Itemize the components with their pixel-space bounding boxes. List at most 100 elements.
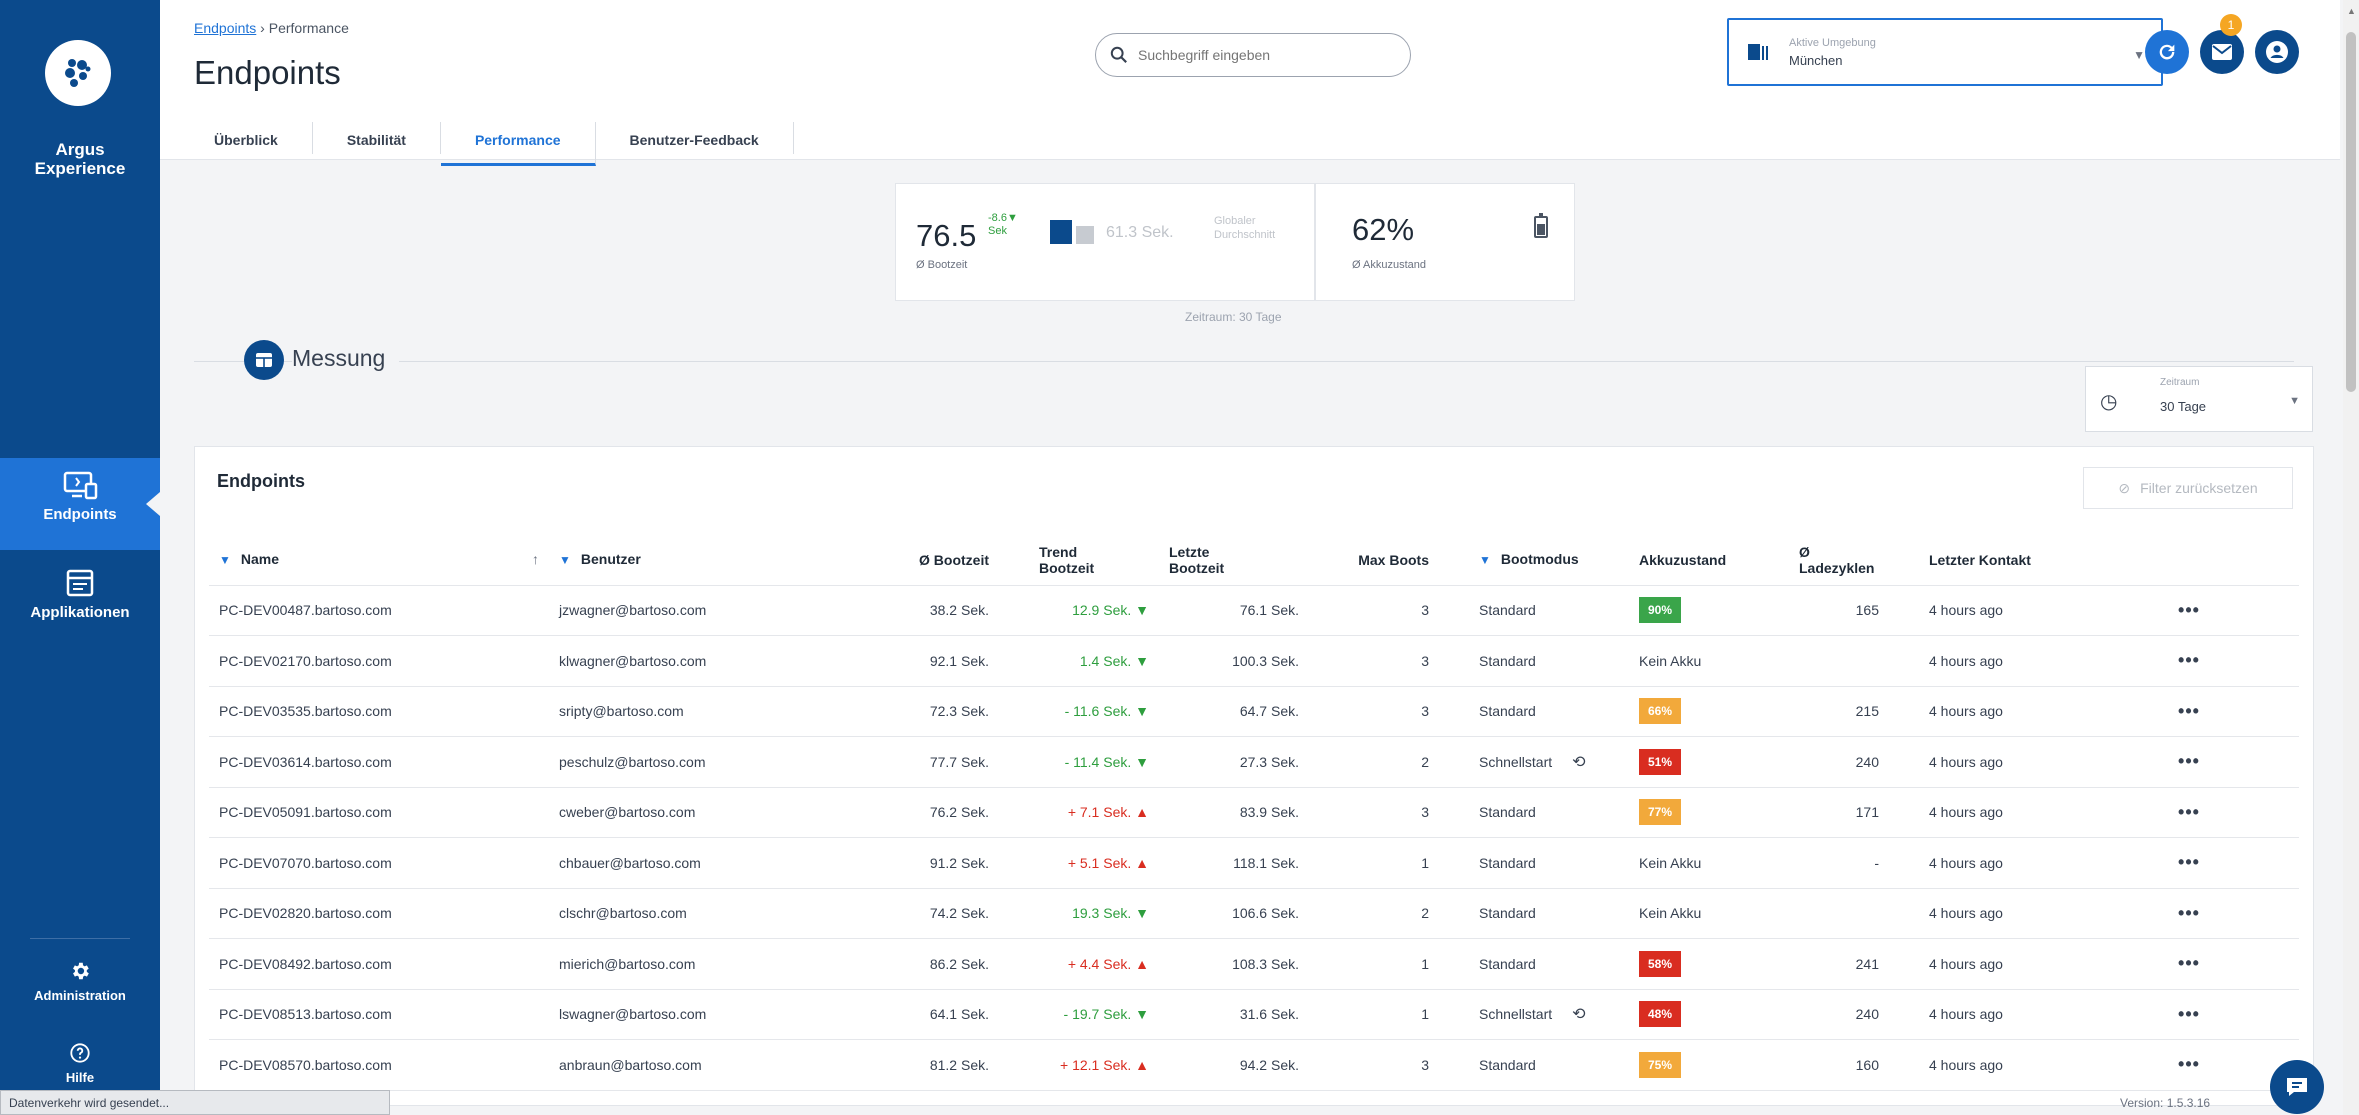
cell-last-boot: 64.7 Sek. xyxy=(1159,686,1309,737)
filter-icon[interactable]: ▼ xyxy=(559,553,571,567)
filter-icon[interactable]: ▼ xyxy=(219,553,231,567)
row-menu-button[interactable]: ••• xyxy=(2079,736,2299,788)
cell-trend: - 11.6 Sek. ▼ xyxy=(999,686,1159,737)
page-scrollbar[interactable]: ▲ xyxy=(2343,0,2359,1115)
sidebar-item-label: Applikationen xyxy=(30,604,130,621)
col-cycles[interactable]: Ø Ladezyklen xyxy=(1789,535,1889,586)
table-row[interactable]: PC-DEV08513.bartoso.com lswagner@bartoso.… xyxy=(209,989,2299,1040)
mail-icon xyxy=(2212,44,2232,60)
row-menu-button[interactable]: ••• xyxy=(2079,888,2299,939)
table-row[interactable]: PC-DEV07070.bartoso.com chbauer@bartoso.c… xyxy=(209,837,2299,889)
environment-select[interactable]: Aktive Umgebung München ▼ xyxy=(1727,18,2163,86)
chat-button[interactable] xyxy=(2270,1060,2324,1114)
tab-performance[interactable]: Performance xyxy=(440,122,596,166)
battery-text: Kein Akku xyxy=(1639,905,1702,922)
col-max-boots[interactable]: Max Boots xyxy=(1309,535,1439,586)
cell-last-boot: 118.1 Sek. xyxy=(1159,837,1309,889)
sidebar-item-endpoints[interactable]: Endpoints xyxy=(0,458,160,550)
table-icon xyxy=(256,353,272,367)
row-menu-button[interactable]: ••• xyxy=(2079,938,2299,990)
sidebar-item-label: Endpoints xyxy=(43,506,117,523)
search-box[interactable] xyxy=(1095,33,1411,77)
kpi-boot-value: 76.5 xyxy=(916,218,977,253)
row-menu-button[interactable]: ••• xyxy=(2079,585,2299,636)
cell-avg-boot: 77.7 Sek. xyxy=(849,736,999,788)
cell-name: PC-DEV07070.bartoso.com xyxy=(209,837,549,889)
scrollbar-thumb[interactable] xyxy=(2346,32,2356,392)
tab-ueberblick[interactable]: Überblick xyxy=(180,122,313,154)
row-menu-button[interactable]: ••• xyxy=(2079,686,2299,737)
row-menu-button[interactable]: ••• xyxy=(2079,787,2299,838)
col-trend[interactable]: Trend Bootzeit xyxy=(999,535,1159,586)
table-row[interactable]: PC-DEV03614.bartoso.com peschulz@bartoso.… xyxy=(209,736,2299,788)
period-select[interactable]: ◷ Zeitraum 30 Tage ▼ xyxy=(2085,366,2313,432)
col-battery[interactable]: Akkuzustand xyxy=(1629,535,1789,586)
fast-boot-icon: ⟲ xyxy=(1572,753,1586,771)
boot-mode-text: Schnellstart xyxy=(1479,753,1553,770)
cell-avg-boot: 76.2 Sek. xyxy=(849,787,999,838)
col-boot-mode[interactable]: ▼ Bootmodus xyxy=(1439,535,1629,586)
refresh-button[interactable] xyxy=(2145,30,2189,74)
col-last-label-1: Letzte xyxy=(1169,543,1210,560)
messages-button[interactable] xyxy=(2200,30,2244,74)
table-row[interactable]: PC-DEV08492.bartoso.com mierich@bartoso.c… xyxy=(209,938,2299,990)
tab-benutzer-feedback[interactable]: Benutzer-Feedback xyxy=(596,122,794,154)
row-menu-button[interactable]: ••• xyxy=(2079,989,2299,1040)
cell-user: cweber@bartoso.com xyxy=(549,787,849,838)
cell-avg-boot: 92.1 Sek. xyxy=(849,635,999,687)
cell-trend: - 19.7 Sek. ▼ xyxy=(999,989,1159,1040)
kpi-battery-label: Ø Akkuzustand xyxy=(1352,259,1426,271)
chevron-down-icon: ▼ xyxy=(2289,395,2300,407)
scroll-up-arrow-icon[interactable]: ▲ xyxy=(2347,6,2356,16)
breadcrumb-link-endpoints[interactable]: Endpoints xyxy=(194,20,256,36)
cell-cycles xyxy=(1789,888,1889,939)
table-row[interactable]: PC-DEV02170.bartoso.com klwagner@bartoso.… xyxy=(209,635,2299,687)
row-menu-button[interactable]: ••• xyxy=(2079,837,2299,889)
cell-battery: Kein Akku xyxy=(1629,635,1789,687)
row-menu-button[interactable]: ••• xyxy=(2079,1039,2299,1091)
search-input[interactable] xyxy=(1138,47,1378,63)
col-name[interactable]: ▼ Name ↑ xyxy=(209,535,549,586)
col-avg-boot[interactable]: Ø Bootzeit xyxy=(849,535,999,586)
sidebar-item-administration[interactable]: Administration xyxy=(0,960,160,1003)
user-menu-button[interactable] xyxy=(2255,30,2299,74)
gear-icon xyxy=(73,962,89,980)
cell-last-contact: 4 hours ago xyxy=(1889,736,2079,788)
cell-trend: + 4.4 Sek. ▲ xyxy=(999,938,1159,990)
col-user[interactable]: ▼ Benutzer xyxy=(549,535,849,586)
kpi-battery-card: 62% Ø Akkuzustand xyxy=(1315,183,1575,301)
battery-badge: 48% xyxy=(1639,1001,1681,1028)
reset-filter-button[interactable]: ⊘ Filter zurücksetzen xyxy=(2083,467,2293,509)
table-row[interactable]: PC-DEV08570.bartoso.com anbraun@bartoso.c… xyxy=(209,1039,2299,1091)
cell-name: PC-DEV02820.bartoso.com xyxy=(209,888,549,939)
tab-bar: Überblick Stabilität Performance Benutze… xyxy=(180,122,794,166)
tab-stabilitaet[interactable]: Stabilität xyxy=(313,122,441,154)
cell-last-boot: 83.9 Sek. xyxy=(1159,787,1309,838)
kpi-global-label-1: Globaler xyxy=(1214,215,1256,227)
app-version: Version: 1.5.3.16 xyxy=(2120,1096,2211,1110)
table-row[interactable]: PC-DEV02820.bartoso.com clschr@bartoso.co… xyxy=(209,888,2299,939)
sidebar-item-hilfe[interactable]: Hilfe xyxy=(0,1042,160,1085)
cell-last-contact: 4 hours ago xyxy=(1889,1039,2079,1091)
cell-cycles: 165 xyxy=(1789,585,1889,636)
col-last-contact[interactable]: Letzter Kontakt xyxy=(1889,535,2079,586)
col-last-boot[interactable]: Letzte Bootzeit xyxy=(1159,535,1309,586)
cell-last-contact: 4 hours ago xyxy=(1889,888,2079,939)
table-row[interactable]: PC-DEV05091.bartoso.com cweber@bartoso.co… xyxy=(209,787,2299,838)
cell-user: jzwagner@bartoso.com xyxy=(549,585,849,636)
table-row[interactable]: PC-DEV00487.bartoso.com jzwagner@bartoso.… xyxy=(209,585,2299,636)
refresh-icon xyxy=(2159,44,2175,60)
cell-battery: 75% xyxy=(1629,1039,1789,1091)
cell-user: chbauer@bartoso.com xyxy=(549,837,849,889)
sidebar-item-label: Administration xyxy=(34,988,126,1003)
table-row[interactable]: PC-DEV03535.bartoso.com sripty@bartoso.co… xyxy=(209,686,2299,737)
cell-boot-mode: Standard xyxy=(1439,635,1629,687)
reset-filter-label: Filter zurücksetzen xyxy=(2140,480,2258,496)
sidebar-item-applikationen[interactable]: Applikationen xyxy=(0,568,160,621)
boot-mode-text: Standard xyxy=(1479,804,1536,821)
row-menu-button[interactable]: ••• xyxy=(2079,635,2299,687)
sort-arrow-icon[interactable]: ↑ xyxy=(532,551,539,567)
filter-icon[interactable]: ▼ xyxy=(1479,553,1491,567)
argus-logo[interactable] xyxy=(45,40,111,106)
cell-last-boot: 76.1 Sek. xyxy=(1159,585,1309,636)
